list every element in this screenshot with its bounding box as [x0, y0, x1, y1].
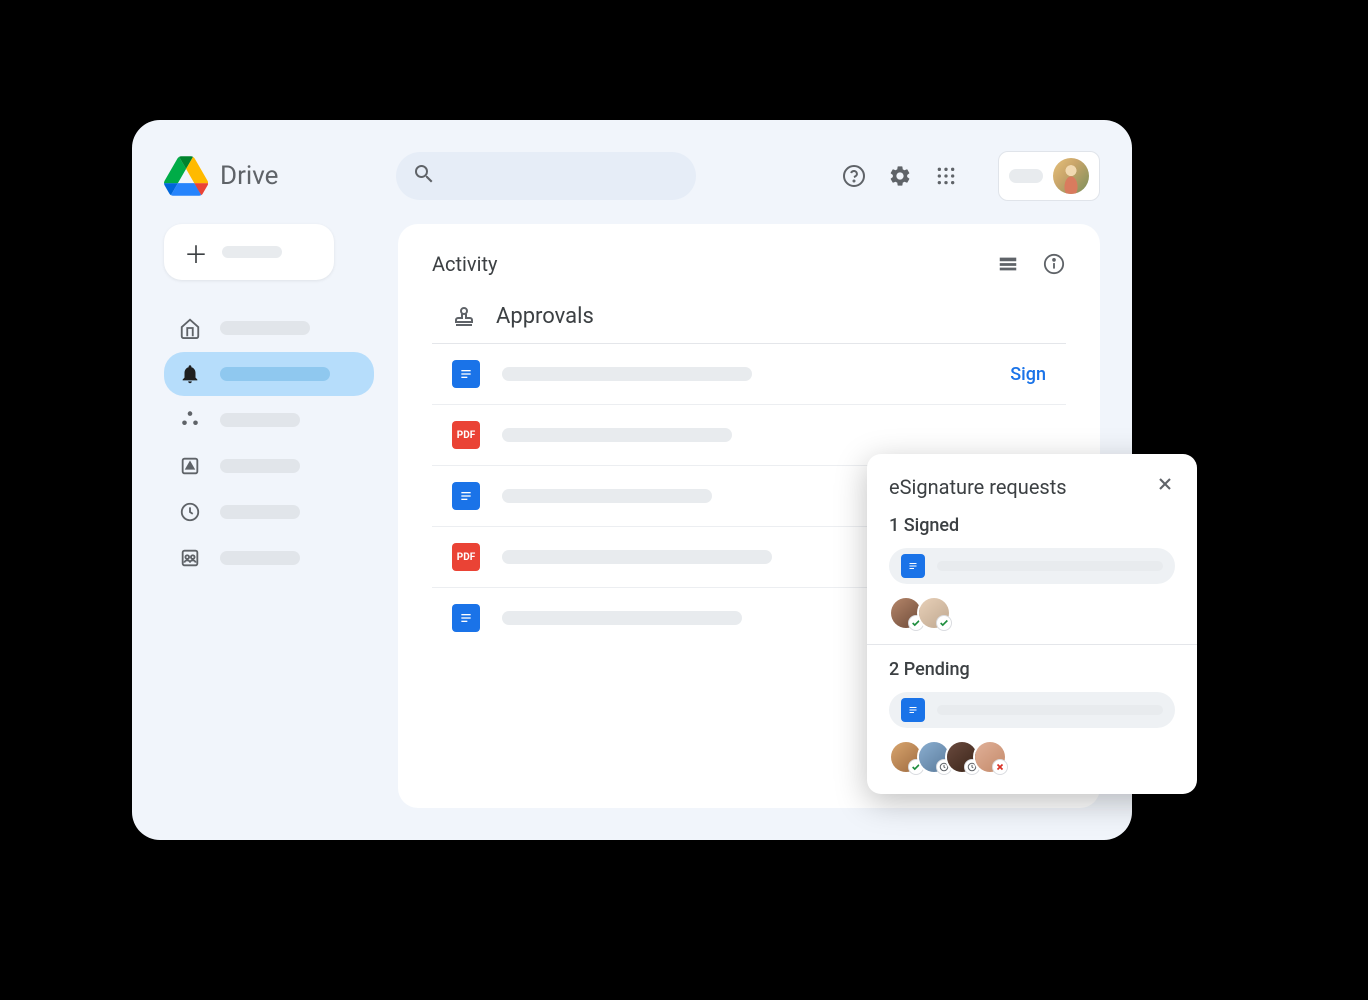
signer-avatar[interactable] — [917, 596, 951, 630]
search-input[interactable] — [396, 152, 696, 200]
signed-heading: 1 Signed — [889, 515, 1175, 536]
people-icon — [178, 546, 202, 570]
sidebar-item-home[interactable] — [164, 306, 374, 350]
esignature-popup: eSignature requests 1 Signed 2 Pending — [867, 454, 1197, 794]
pdf-icon: PDF — [452, 421, 480, 449]
section-title: Approvals — [496, 304, 594, 329]
doc-icon — [901, 698, 925, 722]
close-icon[interactable] — [1155, 474, 1175, 499]
doc-icon — [901, 554, 925, 578]
sidebar-item-activity[interactable] — [164, 352, 374, 396]
search-icon — [412, 162, 436, 190]
doc-icon — [452, 482, 480, 510]
approval-row[interactable]: Sign — [432, 344, 1066, 405]
check-badge — [936, 615, 952, 631]
apps-icon[interactable] — [934, 164, 958, 188]
sign-link[interactable]: Sign — [1010, 364, 1046, 385]
gear-icon[interactable] — [888, 164, 912, 188]
approvals-section-header: Approvals — [432, 304, 1066, 344]
sidebar-item-shared[interactable] — [164, 398, 374, 442]
app-name: Drive — [220, 161, 278, 191]
nav — [164, 306, 374, 580]
drive-logo-icon — [164, 156, 208, 196]
drive-icon — [178, 454, 202, 478]
account-placeholder — [1009, 169, 1043, 183]
sidebar-item-recent[interactable] — [164, 490, 374, 534]
new-button[interactable]: ＋ — [164, 224, 334, 280]
pdf-icon: PDF — [452, 543, 480, 571]
popup-title: eSignature requests — [889, 475, 1067, 499]
help-icon[interactable] — [842, 164, 866, 188]
info-icon[interactable] — [1042, 252, 1066, 276]
doc-icon — [452, 604, 480, 632]
signed-file-chip[interactable] — [889, 548, 1175, 584]
bell-icon — [178, 362, 202, 386]
doc-icon — [452, 360, 480, 388]
layout-icon[interactable] — [996, 252, 1020, 276]
signer-avatar[interactable] — [973, 740, 1007, 774]
share-icon — [178, 408, 202, 432]
header: Drive — [164, 148, 1100, 204]
sidebar: ＋ — [164, 224, 374, 808]
pending-heading: 2 Pending — [889, 659, 1175, 680]
x-badge — [992, 759, 1008, 775]
page-title: Activity — [432, 252, 497, 276]
sidebar-item-people[interactable] — [164, 536, 374, 580]
avatar — [1053, 158, 1089, 194]
home-icon — [178, 316, 202, 340]
sidebar-item-mydrive[interactable] — [164, 444, 374, 488]
account-chip[interactable] — [998, 151, 1100, 201]
plus-icon: ＋ — [184, 235, 208, 270]
pending-file-chip[interactable] — [889, 692, 1175, 728]
clock-icon — [178, 500, 202, 524]
pending-avatars — [889, 740, 1175, 774]
signed-avatars — [889, 596, 1175, 630]
header-actions — [842, 151, 1100, 201]
logo[interactable]: Drive — [164, 156, 278, 196]
stamp-icon — [452, 305, 476, 329]
